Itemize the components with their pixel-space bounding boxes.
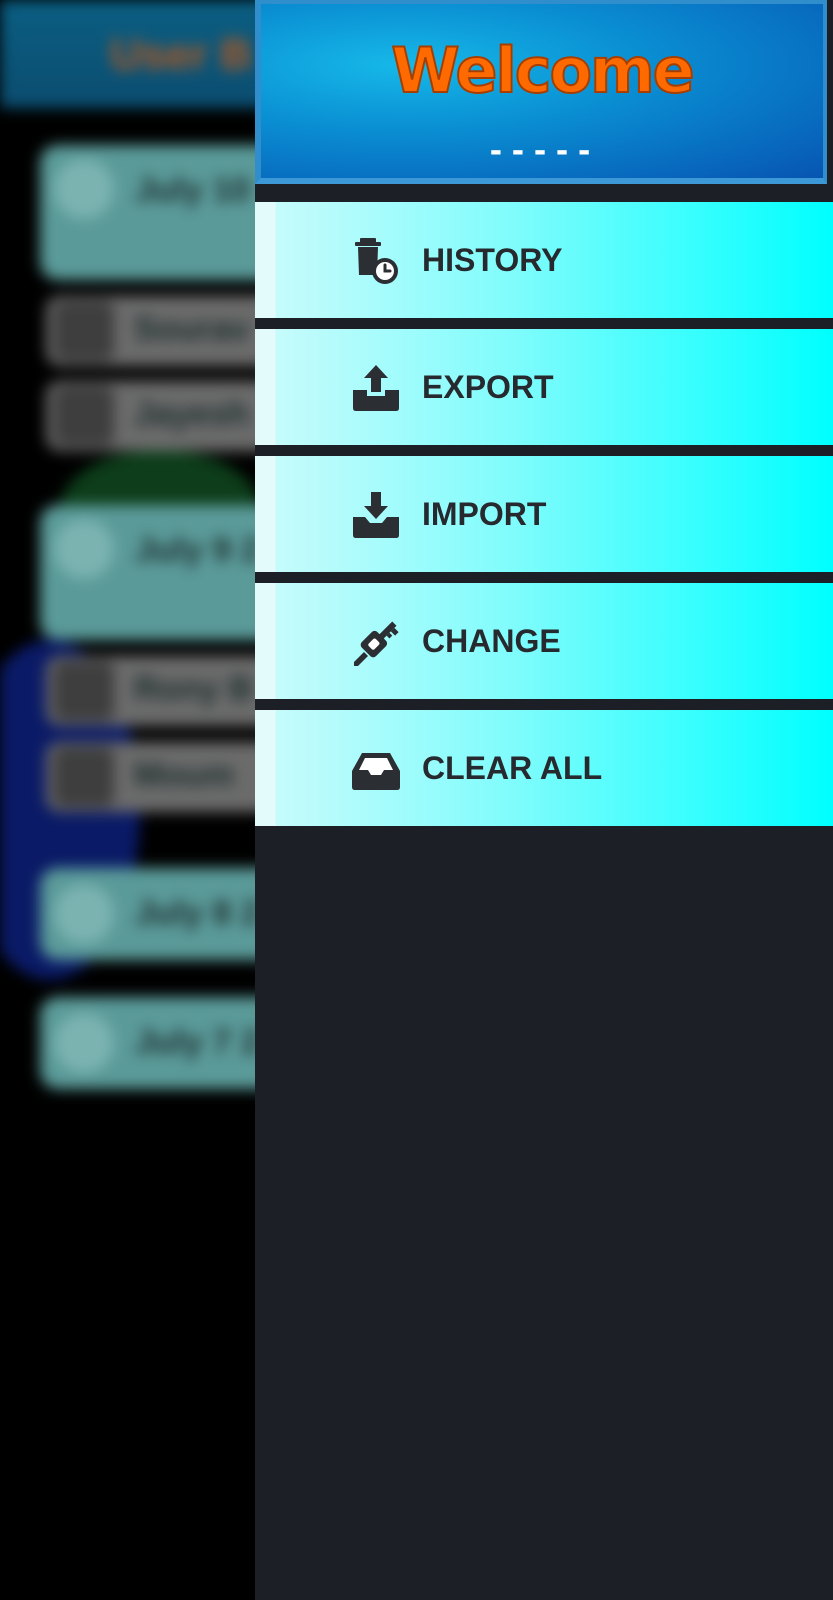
avatar xyxy=(54,519,114,579)
background-row-text: Moum xyxy=(134,756,235,794)
background-header-title: User B xyxy=(110,30,252,79)
background-row-text: Rony B xyxy=(134,670,253,708)
background-row-icon xyxy=(54,747,114,807)
menu-item-label: CHANGE xyxy=(422,623,561,659)
avatar xyxy=(54,884,114,944)
drawer-menu: HISTORY EXPORT IMPORT CHANGE CLEAR ALL xyxy=(255,202,833,837)
menu-item-import[interactable]: IMPORT xyxy=(255,456,833,572)
inbox-icon xyxy=(350,743,402,795)
menu-item-change[interactable]: CHANGE xyxy=(255,583,833,699)
background-row-icon xyxy=(54,301,114,361)
menu-item-label: CLEAR ALL xyxy=(422,750,603,786)
background-card-date: July 9 2 xyxy=(135,531,260,569)
menu-item-label: HISTORY xyxy=(422,242,563,278)
background-card-date: July 10 xyxy=(135,171,251,209)
menu-item-label: EXPORT xyxy=(422,369,554,405)
user-name: ----- xyxy=(486,134,598,169)
menu-item-label: IMPORT xyxy=(422,496,547,532)
menu-item-export[interactable]: EXPORT xyxy=(255,329,833,445)
history-icon xyxy=(350,235,402,287)
background-card-date: July 8 2 xyxy=(135,894,260,932)
background-row-icon xyxy=(54,386,114,446)
avatar xyxy=(54,1013,114,1073)
welcome-title: Welcome xyxy=(390,33,695,108)
menu-item-clear-all[interactable]: CLEAR ALL xyxy=(255,710,833,826)
menu-item-history[interactable]: HISTORY xyxy=(255,202,833,318)
export-icon xyxy=(350,362,402,414)
background-row-text: Jayesh xyxy=(134,395,250,433)
key-icon xyxy=(350,616,402,668)
avatar xyxy=(54,159,114,219)
background-row-text: Sourav xyxy=(134,310,250,348)
import-icon xyxy=(350,489,402,541)
navigation-drawer: Welcome ----- HISTORY EXPORT IMPORT CHAN… xyxy=(255,0,833,1600)
background-card-date: July 7 2 xyxy=(135,1023,260,1061)
drawer-header: Welcome ----- xyxy=(255,0,827,184)
background-row-icon xyxy=(54,661,114,721)
